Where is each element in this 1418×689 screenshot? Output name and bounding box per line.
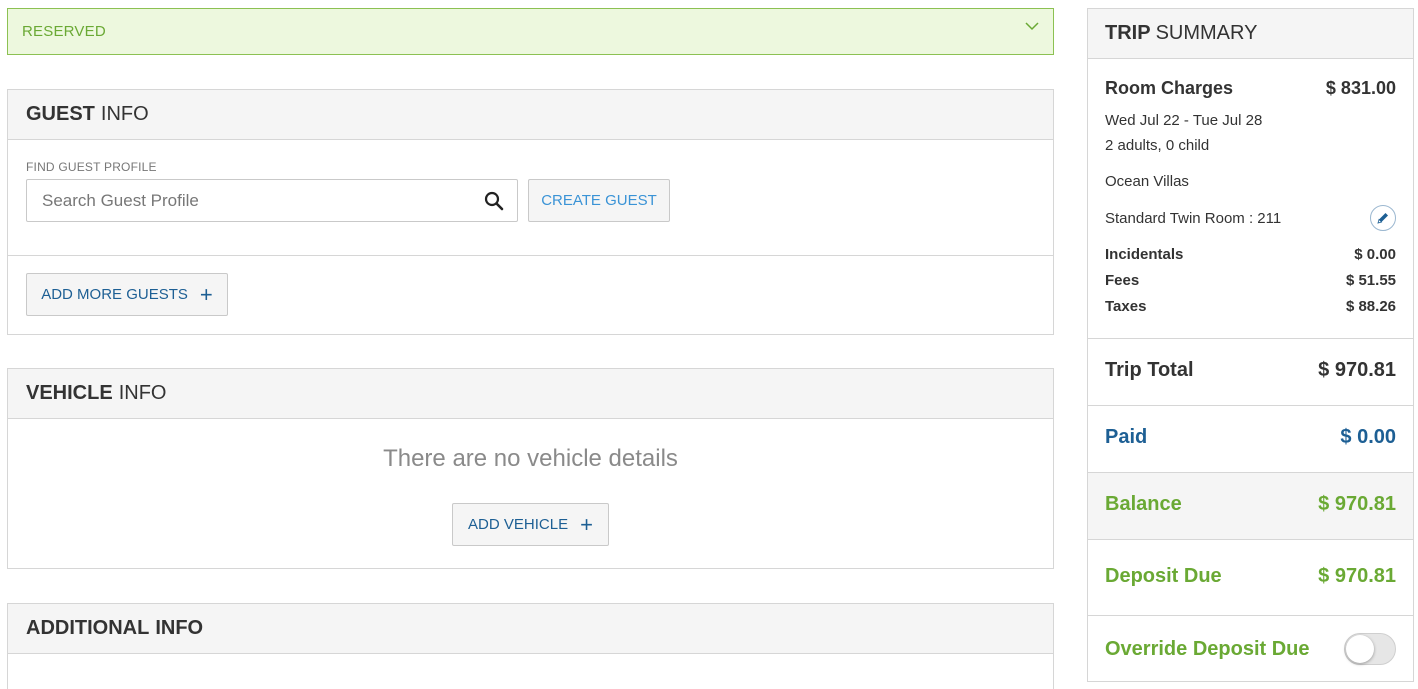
balance-label: Balance [1105, 493, 1182, 515]
toggle-knob [1346, 635, 1374, 663]
guest-info-header: GUEST INFO [8, 90, 1053, 140]
plus-icon: + [199, 281, 213, 307]
deposit-due-row: Deposit Due $ 970.81 [1105, 565, 1396, 588]
plus-icon: + [580, 511, 593, 537]
fees-label: Fees [1105, 272, 1140, 289]
trip-summary-panel: TRIP SUMMARY Room Charges $ 831.00 Wed J… [1087, 8, 1414, 682]
deposit-due-section: Deposit Due $ 970.81 [1088, 540, 1413, 616]
deposit-due-value: $ 970.81 [1318, 565, 1396, 587]
trip-summary-title-light: SUMMARY [1155, 22, 1258, 44]
override-deposit-toggle[interactable] [1344, 633, 1396, 665]
create-guest-label: CREATE GUEST [541, 192, 657, 209]
add-more-guests-button[interactable]: ADD MORE GUESTS + [26, 273, 228, 316]
trip-summary-title-bold: TRIP [1105, 22, 1151, 44]
trip-total-row: Trip Total $ 970.81 [1105, 359, 1396, 382]
additional-info-panel: ADDITIONAL INFO [7, 603, 1054, 689]
create-guest-button[interactable]: CREATE GUEST [528, 179, 670, 222]
fee-row: Taxes $ 88.26 [1105, 298, 1396, 315]
guest-info-title-bold: GUEST [26, 103, 95, 125]
paid-value: $ 0.00 [1340, 426, 1396, 448]
trip-total-section: Trip Total $ 970.81 [1088, 339, 1413, 406]
deposit-due-label: Deposit Due [1105, 565, 1222, 587]
stay-dates: Wed Jul 22 - Tue Jul 28 [1105, 112, 1263, 129]
guest-search-input[interactable] [27, 180, 467, 221]
vehicle-info-title-bold: VEHICLE [26, 382, 113, 404]
paid-row: Paid $ 0.00 [1105, 426, 1396, 449]
fee-row: Incidentals $ 0.00 [1105, 246, 1396, 263]
add-vehicle-button[interactable]: ADD VEHICLE + [452, 503, 609, 546]
override-deposit-label: Override Deposit Due [1105, 637, 1310, 660]
edit-room-button[interactable] [1370, 205, 1396, 231]
vehicle-info-header: VEHICLE INFO [8, 369, 1053, 419]
fee-row: Fees $ 51.55 [1105, 272, 1396, 289]
guest-info-panel: GUEST INFO FIND GUEST PROFILE CREATE GUE… [7, 89, 1054, 335]
add-more-guests-label: ADD MORE GUESTS [41, 286, 188, 303]
no-vehicle-message: There are no vehicle details [383, 445, 678, 472]
taxes-label: Taxes [1105, 298, 1147, 315]
additional-info-header: ADDITIONAL INFO [8, 604, 1053, 654]
search-icon[interactable] [484, 191, 504, 211]
trip-total-label: Trip Total [1105, 359, 1194, 381]
paid-label: Paid [1105, 426, 1148, 448]
pencil-icon [1377, 213, 1388, 224]
room-row: Standard Twin Room : 211 [1105, 205, 1396, 231]
vehicle-info-panel: VEHICLE INFO There are no vehicle detail… [7, 368, 1054, 569]
guest-info-title-light: INFO [100, 103, 149, 125]
balance-section: Balance $ 970.81 [1088, 473, 1413, 540]
balance-value: $ 970.81 [1318, 493, 1396, 515]
room-charges-section: Room Charges $ 831.00 Wed Jul 22 - Tue J… [1088, 59, 1413, 339]
divider [8, 255, 1053, 256]
status-label: RESERVED [22, 23, 106, 40]
add-vehicle-label: ADD VEHICLE [468, 516, 569, 533]
override-deposit-section: Override Deposit Due [1088, 616, 1413, 683]
taxes-value: $ 88.26 [1345, 298, 1396, 315]
override-deposit-row: Override Deposit Due [1105, 633, 1396, 665]
paid-section: Paid $ 0.00 [1088, 406, 1413, 473]
reservation-status-bar[interactable]: RESERVED [7, 8, 1054, 55]
occupancy: 2 adults, 0 child [1105, 137, 1210, 154]
incidentals-label: Incidentals [1105, 246, 1184, 263]
additional-info-title-light: INFO [155, 617, 204, 639]
chevron-down-icon[interactable] [1025, 21, 1039, 31]
room-name: Standard Twin Room : 211 [1105, 209, 1282, 227]
property-name: Ocean Villas [1105, 173, 1189, 190]
find-guest-profile-label: FIND GUEST PROFILE [26, 160, 157, 174]
additional-info-title-bold: ADDITIONAL [26, 617, 150, 639]
guest-search-box [26, 179, 518, 222]
trip-total-value: $ 970.81 [1318, 359, 1396, 381]
room-charges-value: $ 831.00 [1325, 78, 1396, 98]
incidentals-value: $ 0.00 [1354, 246, 1396, 263]
balance-row: Balance $ 970.81 [1105, 493, 1396, 516]
fees-value: $ 51.55 [1345, 272, 1396, 289]
vehicle-info-title-light: INFO [118, 382, 167, 404]
trip-summary-header: TRIP SUMMARY [1088, 9, 1413, 59]
room-charges-row: Room Charges $ 831.00 [1105, 78, 1396, 99]
room-charges-label: Room Charges [1105, 78, 1234, 98]
